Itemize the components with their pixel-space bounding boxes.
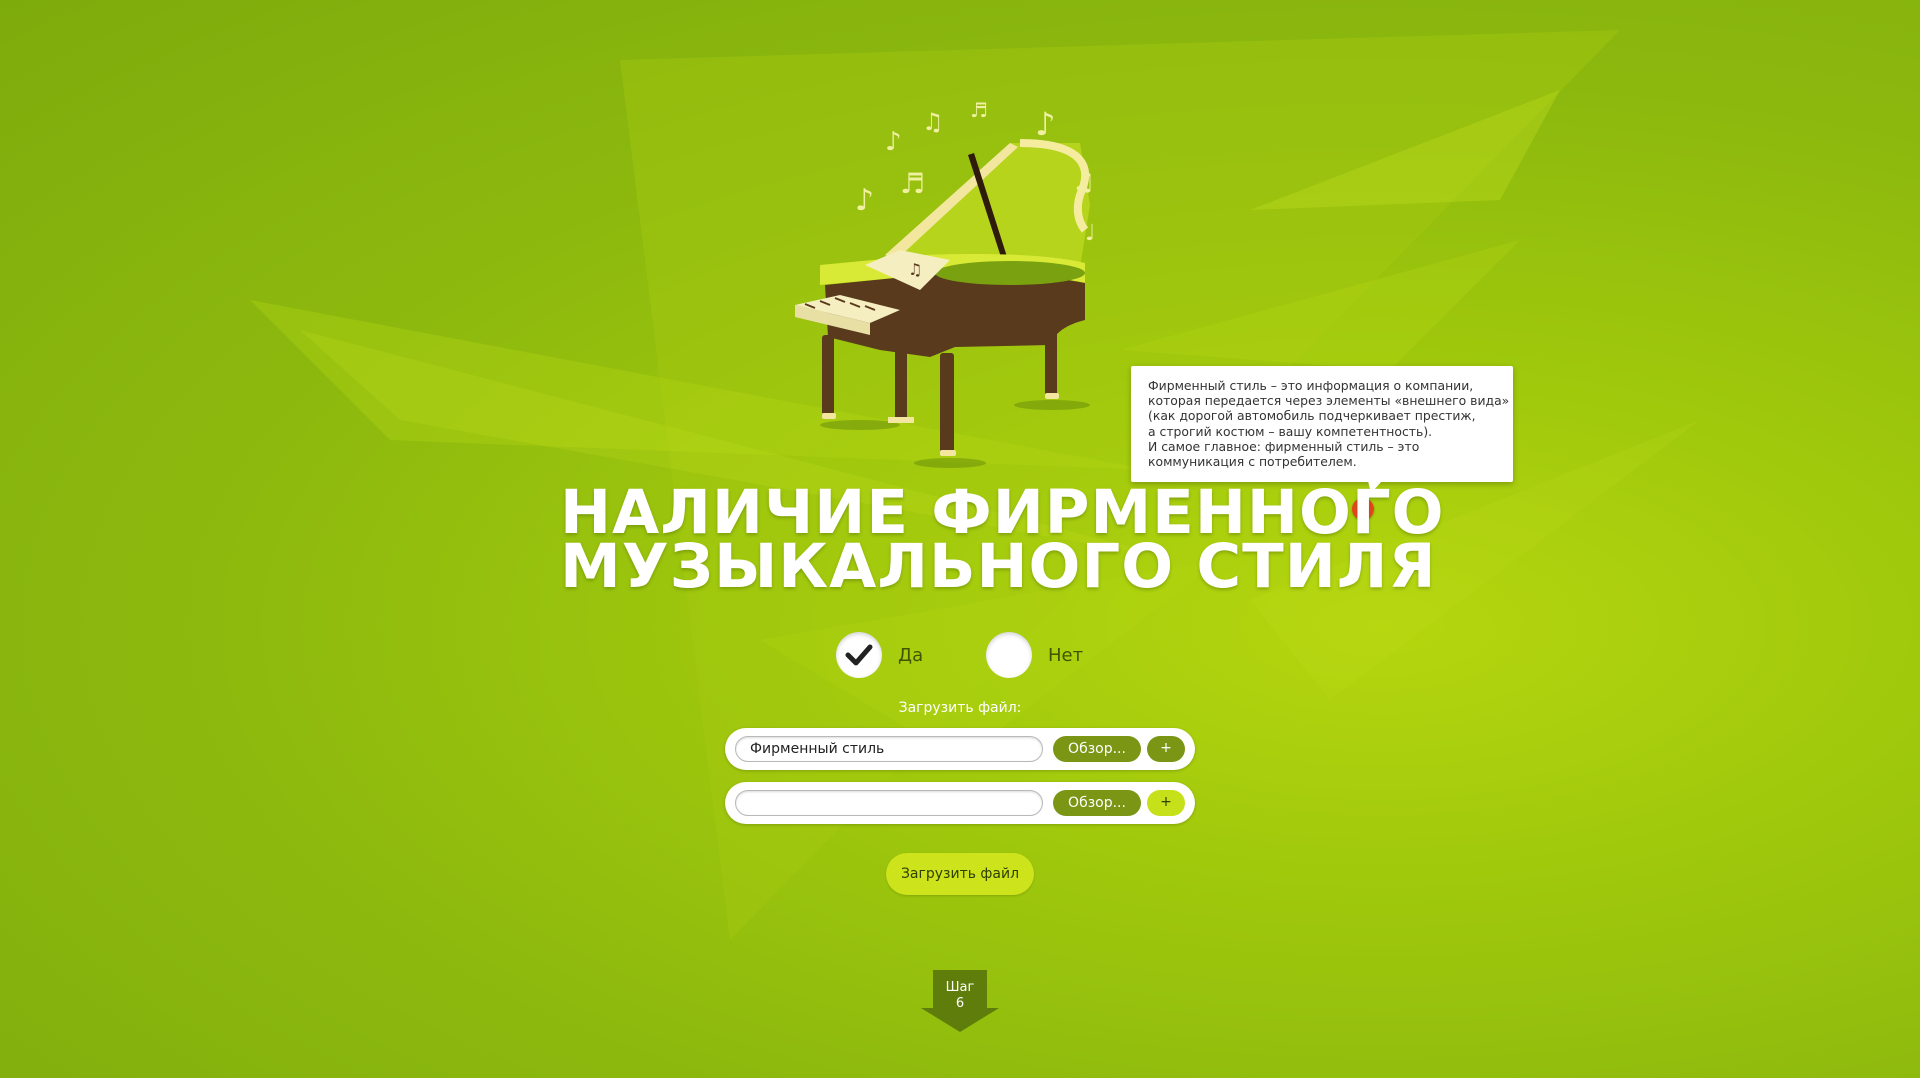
upload-row: Обзор... + [725,782,1195,824]
svg-text:♬: ♬ [900,167,925,200]
add-row-button[interactable]: + [1147,790,1185,816]
radio-yes-circle[interactable] [836,632,882,678]
checkmark-icon [845,644,873,666]
option-no-label: Нет [1048,644,1084,666]
tooltip-line: (как дорогой автомобиль подчеркивает пре… [1148,408,1476,424]
tooltip-line: И самое главное: фирменный стиль – это [1148,438,1420,454]
file-name-field[interactable]: Фирменный стиль [735,736,1043,762]
svg-text:♫: ♫ [922,108,944,136]
svg-text:♪: ♪ [855,183,874,218]
svg-text:♪: ♪ [885,127,902,157]
upload-row: Фирменный стиль Обзор... + [725,728,1195,770]
step-number: 6 [955,996,965,1011]
browse-button[interactable]: Обзор... [1053,790,1141,816]
svg-text:♩: ♩ [1085,221,1095,246]
svg-text:♫: ♫ [1072,167,1095,197]
svg-text:♪: ♪ [1035,105,1055,143]
upload-submit-button[interactable]: Загрузить файл [886,853,1034,895]
title-line-2: МУЗЫКАЛЬНОГО СТИЛЯ [560,531,1437,602]
add-row-button[interactable]: + [1147,736,1185,762]
svg-text:♫: ♫ [908,260,922,279]
option-yes-label: Да [898,644,924,666]
tooltip-line: Фирменный стиль – это информация о компа… [1148,378,1474,393]
tooltip-line: а строгий костюм – вашу компетентность). [1148,423,1433,439]
option-yes[interactable]: Да [836,632,923,678]
tooltip-line: коммуникация с потребителем. [1148,454,1357,470]
step-indicator: Шаг 6 [921,980,999,1012]
svg-text:♬: ♬ [970,98,988,122]
tooltip-line: которая передается через элементы «внешн… [1148,393,1510,409]
upload-title: Загрузить файл: [898,700,1022,716]
page-title: НАЛИЧИЕ ФИРМЕННОГО МУЗЫКАЛЬНОГО СТИЛЯ [560,482,1444,602]
grand-piano-illustration: ♫ ♪ ♫ ♬ ♪ ♫ ♪ ♬ ♩ [795,98,1095,468]
file-name-field[interactable] [735,790,1043,816]
step-label: Шаг [945,980,975,995]
browse-button[interactable]: Обзор... [1053,736,1141,762]
radio-no-circle[interactable] [986,632,1032,678]
option-no[interactable]: Нет [986,632,1083,678]
info-tooltip: Фирменный стиль – это информация о компа… [1131,366,1513,482]
